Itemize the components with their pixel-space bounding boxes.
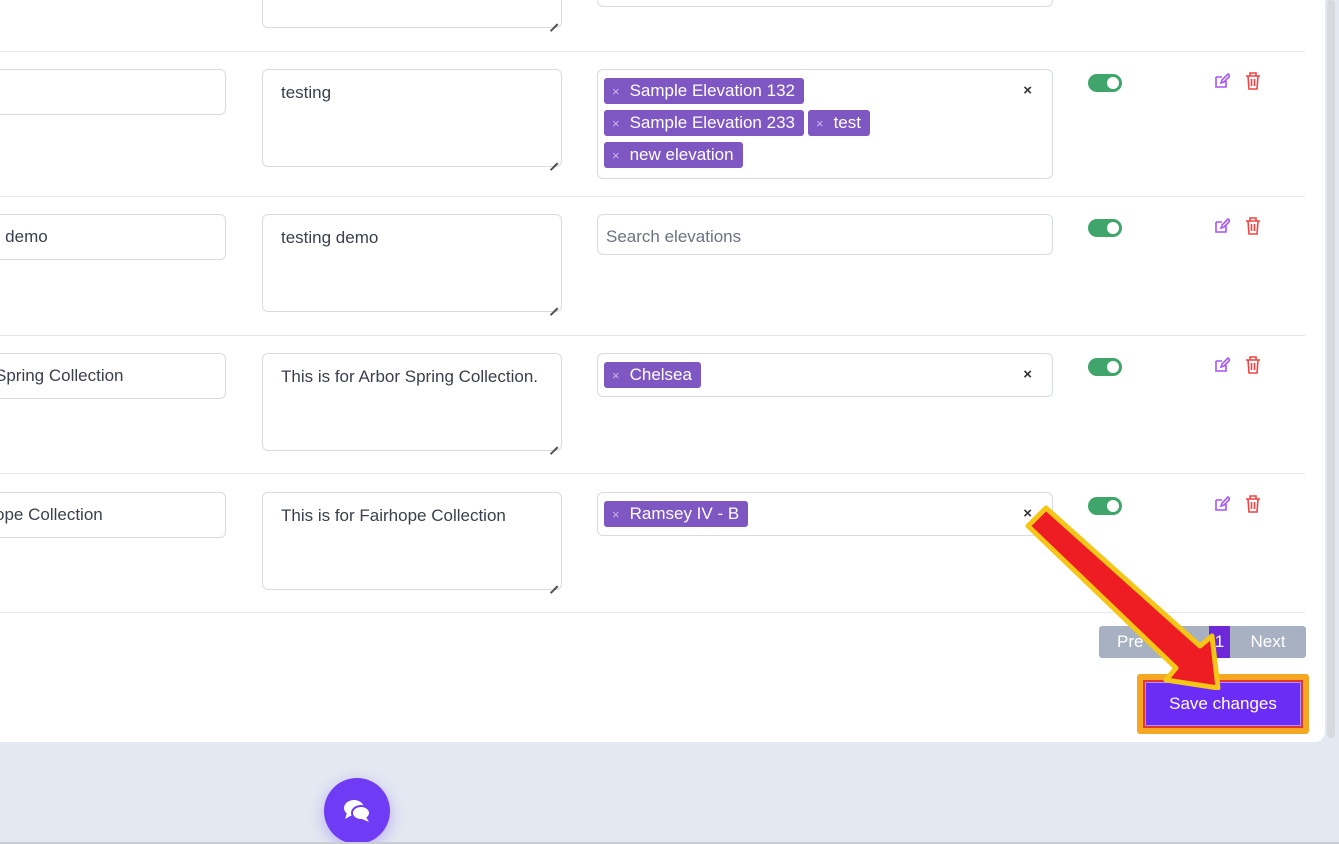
clear-selection-icon[interactable]: ×	[1023, 82, 1032, 99]
collection-name-input[interactable]: g	[0, 69, 226, 115]
trash-icon[interactable]	[1245, 495, 1261, 513]
pagination: Pre 1 Next	[1099, 626, 1306, 658]
row-divider	[0, 612, 1305, 613]
description-value: This is for Fairhope Collection	[281, 506, 506, 525]
tag-remove-icon[interactable]: ×	[612, 148, 620, 163]
description-value: This is for Arbor Spring Collection.	[281, 367, 538, 386]
description-value: testing	[281, 83, 332, 102]
description-textarea[interactable]: testing	[262, 69, 562, 167]
description-textarea[interactable]: This is for Fairhope Collection	[262, 492, 562, 590]
resize-handle[interactable]	[549, 15, 558, 24]
pagination-prev[interactable]: Pre	[1099, 626, 1209, 658]
edit-icon[interactable]	[1214, 72, 1230, 90]
scrollbar[interactable]	[1327, 0, 1335, 738]
save-changes-button[interactable]: Save changes	[1143, 680, 1303, 728]
row-divider	[0, 51, 1305, 52]
elevation-tag: × new elevation	[604, 142, 743, 168]
resize-handle[interactable]	[549, 438, 558, 447]
elevations-select[interactable]	[597, 0, 1053, 7]
row-divider	[0, 473, 1305, 474]
tag-label: Sample Elevation 233	[629, 113, 795, 132]
description-textarea[interactable]: testing demo	[262, 214, 562, 312]
collection-name-value: ope Collection	[0, 505, 103, 524]
tag-remove-icon[interactable]: ×	[612, 368, 620, 383]
elevation-tag: × test	[807, 110, 870, 136]
elevation-tag: × Sample Elevation 233	[604, 110, 804, 136]
clear-selection-icon[interactable]: ×	[1023, 505, 1032, 522]
chat-button[interactable]	[324, 778, 390, 844]
resize-handle[interactable]	[549, 154, 558, 163]
resize-handle[interactable]	[549, 299, 558, 308]
description-textarea[interactable]	[262, 0, 562, 28]
tag-remove-icon[interactable]: ×	[612, 116, 620, 131]
tag-label: Chelsea	[629, 365, 692, 384]
row-divider	[0, 196, 1305, 197]
resize-handle[interactable]	[549, 577, 558, 586]
trash-icon[interactable]	[1245, 356, 1261, 374]
collection-name-input[interactable]: ope Collection	[0, 492, 226, 538]
clear-selection-icon[interactable]: ×	[1023, 366, 1032, 383]
row-divider	[0, 335, 1305, 336]
active-toggle[interactable]	[1088, 358, 1122, 376]
tag-remove-icon[interactable]: ×	[612, 507, 620, 522]
active-toggle[interactable]	[1088, 219, 1122, 237]
elevations-select[interactable]: × Sample Elevation 132 × Sample Elevation …	[597, 69, 1053, 179]
elevations-select[interactable]: × Ramsey IV - B ×	[597, 492, 1053, 536]
pagination-next[interactable]: Next	[1230, 626, 1306, 658]
tag-label: test	[833, 113, 861, 132]
search-placeholder: Search elevations	[606, 227, 742, 246]
tag-remove-icon[interactable]: ×	[816, 116, 824, 131]
collection-name-input[interactable]: Spring Collection	[0, 353, 226, 399]
trash-icon[interactable]	[1245, 217, 1261, 235]
collection-name-value: g demo	[0, 227, 48, 246]
elevation-tag: × Ramsey IV - B	[604, 501, 749, 527]
elevation-collections-card: g testing × Sample Elevation 132 × Sample …	[0, 0, 1325, 742]
edit-icon[interactable]	[1214, 356, 1230, 374]
tag-remove-icon[interactable]: ×	[612, 84, 620, 99]
elevation-tag: × Chelsea	[604, 362, 701, 388]
description-value: testing demo	[281, 228, 379, 247]
collection-name-input[interactable]: g demo	[0, 214, 226, 260]
save-highlight: Save changes	[1137, 674, 1309, 734]
edit-icon[interactable]	[1214, 495, 1230, 513]
edit-icon[interactable]	[1214, 217, 1230, 235]
tag-label: Sample Elevation 132	[629, 81, 795, 100]
pagination-page[interactable]: 1	[1209, 626, 1230, 658]
active-toggle[interactable]	[1088, 74, 1122, 92]
trash-icon[interactable]	[1245, 72, 1261, 90]
elevations-select[interactable]: × Chelsea ×	[597, 353, 1053, 397]
elevations-search-input[interactable]: Search elevations	[597, 214, 1053, 255]
collection-name-value: Spring Collection	[0, 366, 124, 385]
tag-label: Ramsey IV - B	[629, 504, 740, 523]
description-textarea[interactable]: This is for Arbor Spring Collection.	[262, 353, 562, 451]
elevation-tag: × Sample Elevation 132	[604, 78, 804, 104]
tag-label: new elevation	[629, 145, 734, 164]
active-toggle[interactable]	[1088, 497, 1122, 515]
chat-bubbles-icon	[344, 800, 371, 822]
